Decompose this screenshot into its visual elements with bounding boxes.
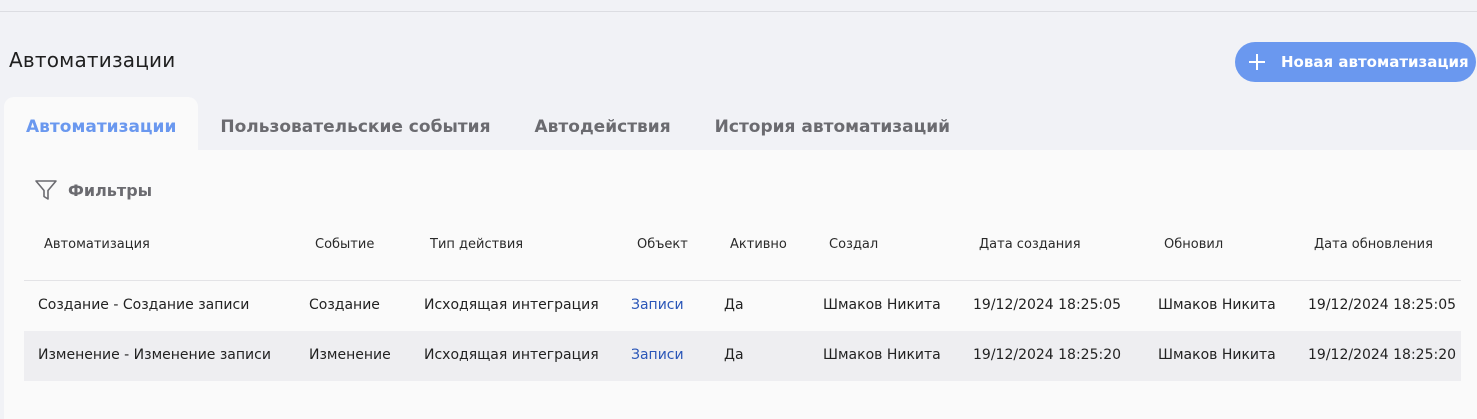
cell-action-type: Исходящая интеграция [424, 347, 599, 363]
column-header-active[interactable]: Активно [730, 237, 787, 252]
automations-table: Автоматизация Событие Тип действия Объек… [24, 225, 1461, 381]
content-panel: Фильтры Автоматизация Событие Тип действ… [4, 150, 1477, 419]
table-header: Автоматизация Событие Тип действия Объек… [24, 225, 1461, 281]
column-header-action-type[interactable]: Тип действия [430, 237, 523, 252]
table-row[interactable]: Изменение - Изменение записи Изменение И… [24, 331, 1461, 381]
cell-action-type: Исходящая интеграция [424, 297, 599, 313]
tab-automations[interactable]: Автоматизации [4, 97, 199, 150]
cell-updated-date: 19/12/2024 18:25:05 [1308, 297, 1457, 313]
cell-updated-by: Шмаков Никита [1158, 297, 1276, 313]
tab-bar: Автоматизации Пользовательские события А… [4, 97, 972, 150]
tab-custom-events[interactable]: Пользовательские события [198, 97, 512, 150]
column-header-created-by[interactable]: Создал [829, 237, 878, 252]
filters-button[interactable]: Фильтры [34, 178, 152, 202]
table-row[interactable]: Создание - Создание записи Создание Исхо… [24, 281, 1461, 331]
filter-icon [35, 180, 57, 200]
column-header-event[interactable]: Событие [315, 237, 374, 252]
tab-automation-history[interactable]: История автоматизаций [693, 97, 972, 150]
cell-object-link[interactable]: Записи [631, 297, 684, 313]
cell-active: Да [724, 347, 744, 363]
cell-updated-by: Шмаков Никита [1158, 347, 1276, 363]
filters-label: Фильтры [68, 180, 153, 200]
cell-automation: Создание - Создание записи [38, 297, 250, 313]
tab-auto-actions[interactable]: Автодействия [513, 97, 693, 150]
plus-icon [1249, 54, 1265, 70]
cell-updated-date: 19/12/2024 18:25:20 [1308, 347, 1457, 363]
column-header-updated-date[interactable]: Дата обновления [1314, 237, 1433, 252]
cell-created-date: 19/12/2024 18:25:20 [973, 347, 1122, 363]
cell-event: Создание [309, 297, 380, 313]
column-header-automation[interactable]: Автоматизация [44, 237, 150, 252]
new-automation-label: Новая автоматизация [1281, 53, 1469, 71]
column-header-created-date[interactable]: Дата создания [979, 237, 1081, 252]
cell-created-by: Шмаков Никита [823, 297, 941, 313]
cell-created-by: Шмаков Никита [823, 347, 941, 363]
column-header-object[interactable]: Объект [637, 237, 688, 252]
cell-active: Да [724, 297, 744, 313]
new-automation-button[interactable]: Новая автоматизация [1235, 42, 1476, 82]
top-divider [0, 11, 1477, 12]
cell-event: Изменение [309, 347, 391, 363]
cell-automation: Изменение - Изменение записи [38, 347, 271, 363]
cell-object-link[interactable]: Записи [631, 347, 684, 363]
page-title: Автоматизации [9, 48, 176, 72]
column-header-updated-by[interactable]: Обновил [1164, 237, 1223, 252]
cell-created-date: 19/12/2024 18:25:05 [973, 297, 1122, 313]
